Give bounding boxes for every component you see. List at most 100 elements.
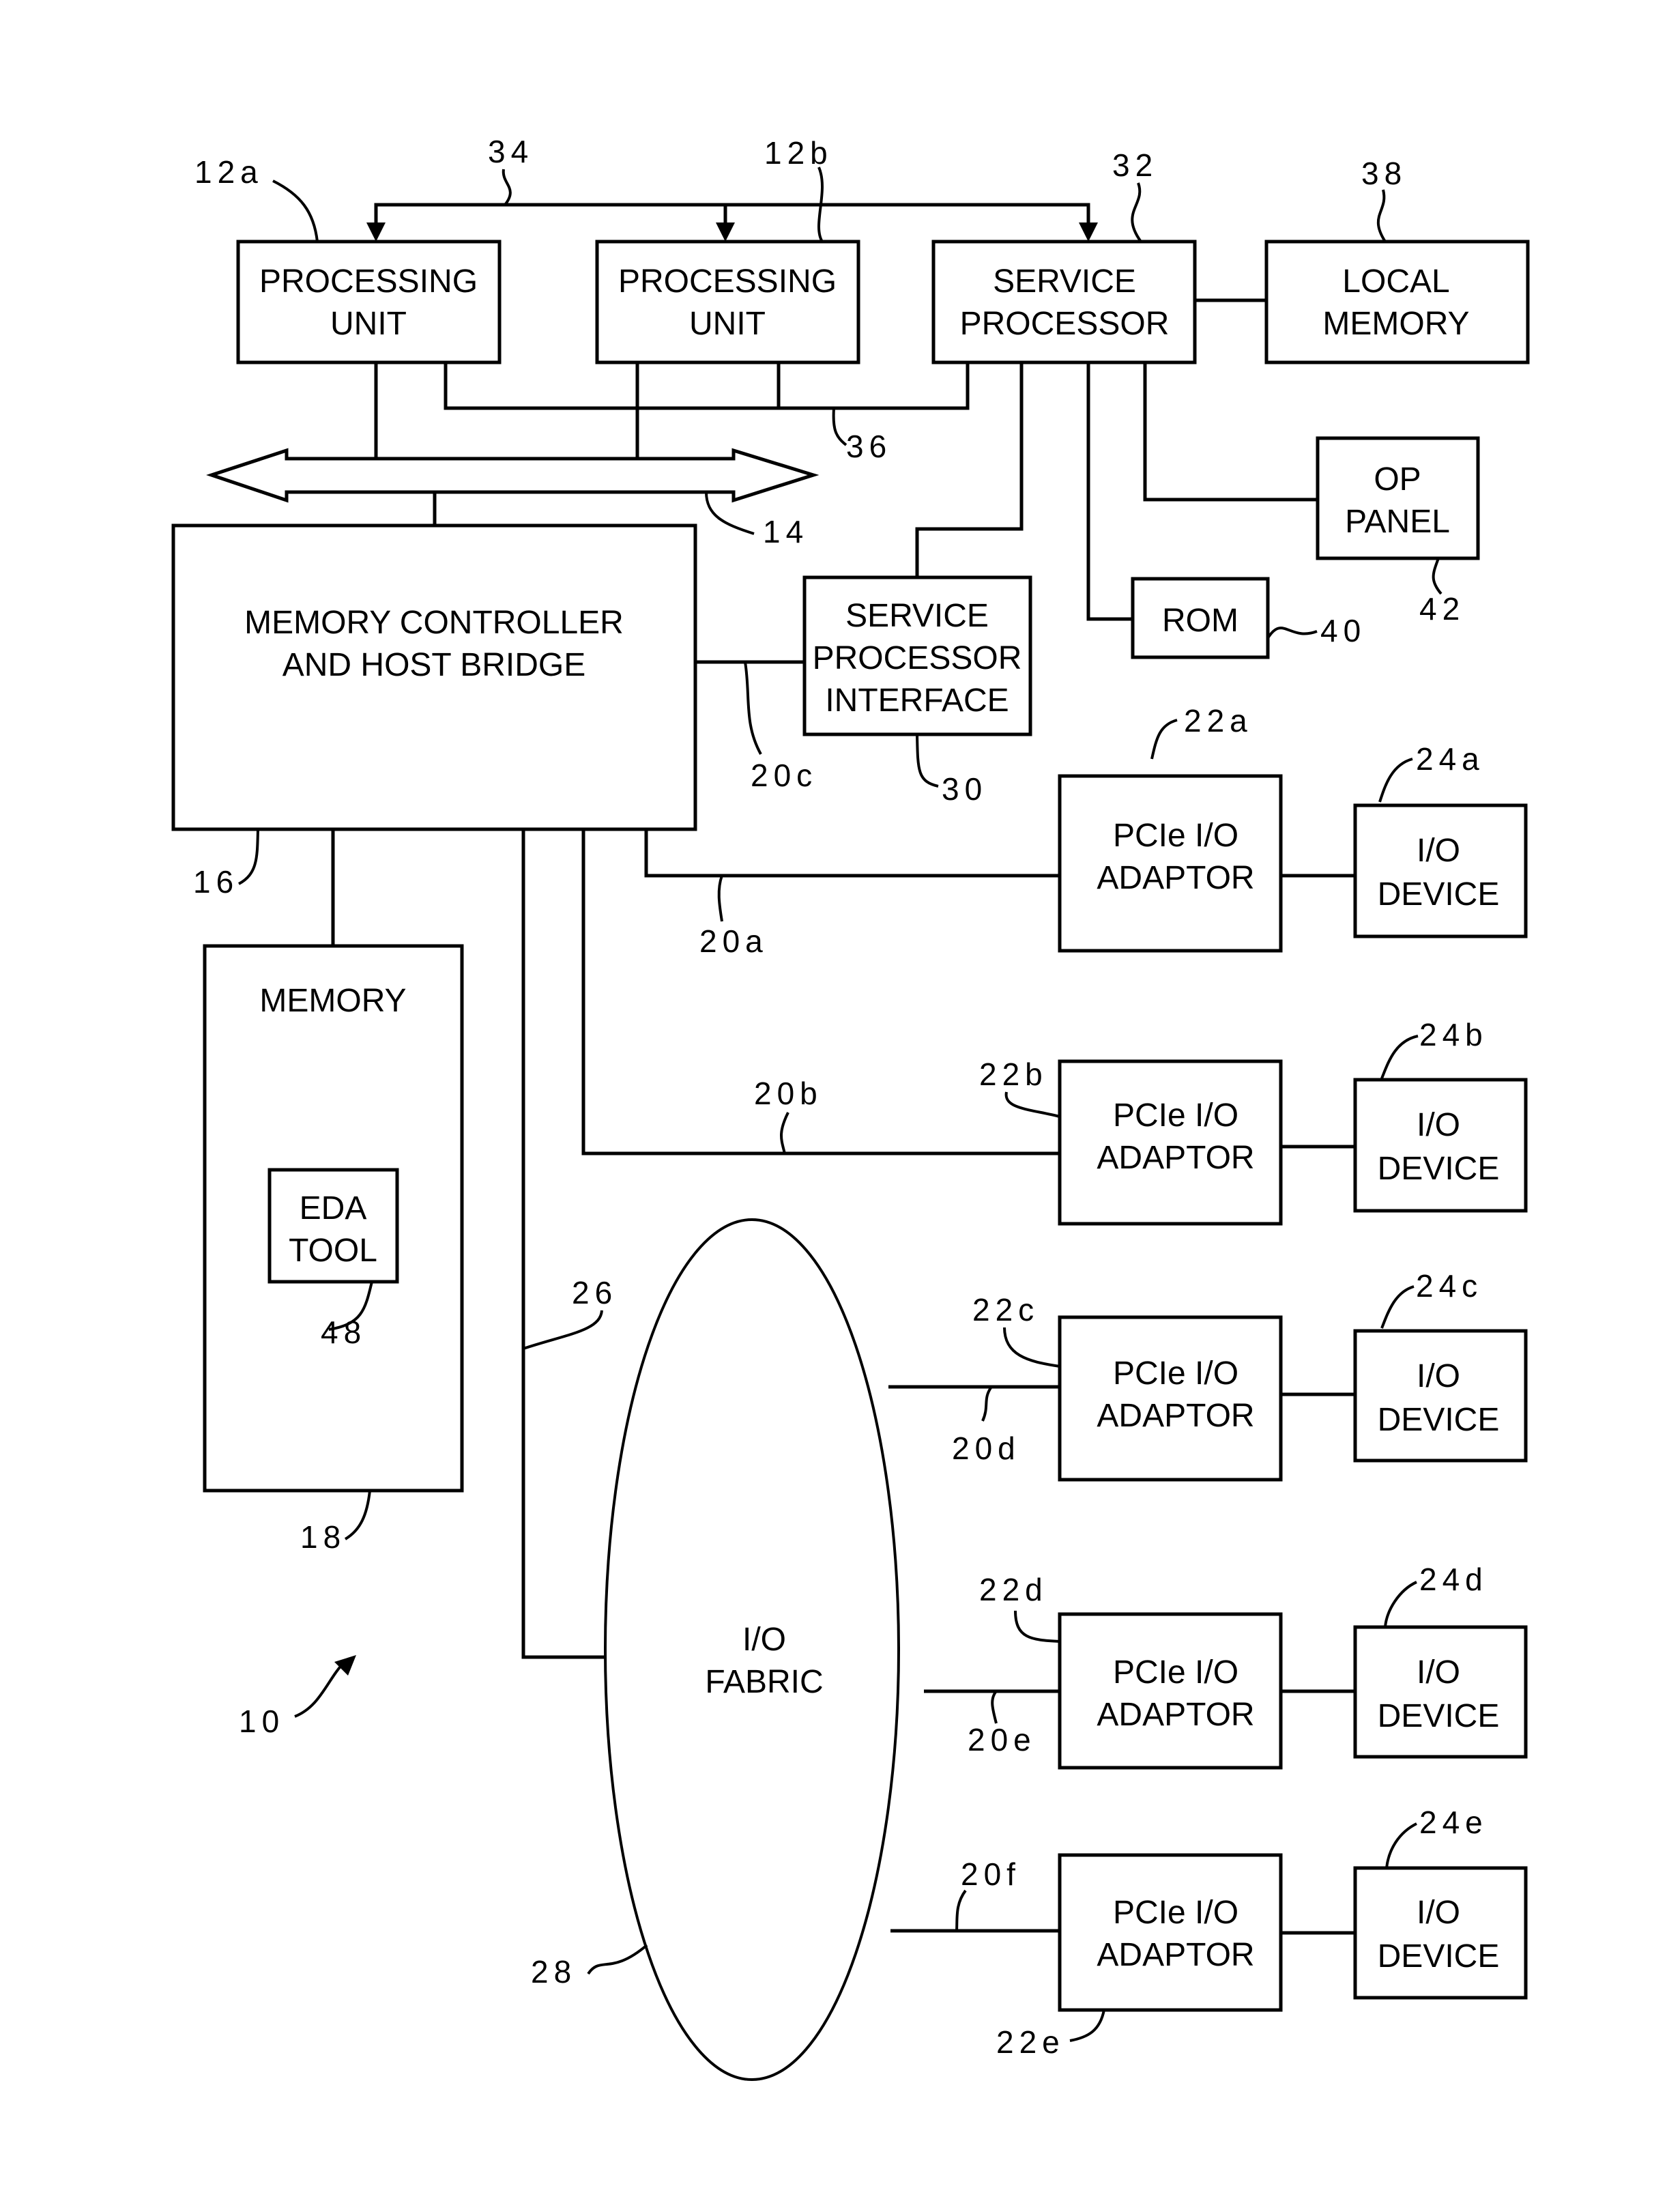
processing-unit-12b[interactable]: PROCESSING UNIT <box>595 240 860 364</box>
leader-line <box>1014 1610 1060 1643</box>
leader-line <box>1376 189 1387 243</box>
processing-unit-label: PROCESSING <box>618 263 837 300</box>
processing-unit-12a[interactable]: PROCESSING UNIT <box>236 240 502 364</box>
leader-line <box>1384 1581 1417 1628</box>
ref-20e: 20e <box>968 1722 1037 1757</box>
eda-tool-48[interactable]: EDA TOOL <box>267 1168 399 1284</box>
eda-tool-label: TOOL <box>289 1233 377 1269</box>
leader-line <box>981 1385 993 1422</box>
system-block-diagram: PROCESSING UNIT PROCESSING UNIT SERVICE … <box>171 134 1530 2081</box>
sp-to-rom-link <box>1086 362 1133 621</box>
leader-line <box>523 1310 603 1350</box>
ref-24c: 24c <box>1416 1268 1483 1304</box>
ref-26: 26 <box>572 1275 618 1310</box>
io-device-24d[interactable]: I/O DEVICE <box>1353 1625 1528 1759</box>
ref-24d: 24d <box>1419 1562 1488 1597</box>
memory-controller-16[interactable]: MEMORY CONTROLLER AND HOST BRIDGE <box>171 523 697 831</box>
leader-line <box>1432 558 1443 595</box>
adaptor-22b[interactable]: PCIe I/O ADAPTOR <box>1058 1059 1283 1226</box>
adaptor-label: PCIe I/O <box>1113 1355 1238 1392</box>
leader-line <box>955 1889 967 1931</box>
ref-20b: 20b <box>754 1076 823 1111</box>
io-fabric-28[interactable]: I/O FABRIC <box>604 1218 900 2081</box>
arrow-down-icon <box>366 222 386 242</box>
sp-interface-label: PROCESSOR <box>813 640 1022 676</box>
leader-line <box>780 1112 789 1154</box>
ref-22a: 22a <box>1184 703 1253 738</box>
arrow-down-icon <box>716 222 735 242</box>
io-device-label: DEVICE <box>1378 1402 1500 1438</box>
ref-22b: 22b <box>979 1057 1048 1092</box>
leader-line <box>587 1944 648 1975</box>
ref-24a: 24a <box>1416 741 1485 777</box>
leader-line <box>1004 1091 1060 1118</box>
adaptor-22a[interactable]: PCIe I/O ADAPTOR <box>1058 774 1283 953</box>
io-device-label: DEVICE <box>1378 1938 1500 1974</box>
leader-line <box>344 1490 371 1540</box>
io-device-label: I/O <box>1417 1895 1460 1931</box>
local-memory-label: MEMORY <box>1322 306 1469 342</box>
adaptor-22e[interactable]: PCIe I/O ADAPTOR <box>1058 1853 1283 2012</box>
leader-line <box>1003 1327 1060 1368</box>
leader-line <box>1385 1822 1417 1869</box>
ref-16: 16 <box>193 864 239 900</box>
ref-18: 18 <box>300 1519 346 1555</box>
ref-20a: 20a <box>699 923 768 959</box>
adaptor-label: ADAPTOR <box>1097 1398 1254 1434</box>
ref-34: 34 <box>488 134 534 169</box>
service-processor-label: SERVICE <box>993 263 1136 300</box>
adaptor-label: PCIe I/O <box>1113 1895 1238 1931</box>
leader-line <box>832 407 847 446</box>
ref-12a: 12a <box>194 154 263 190</box>
leader-line <box>1150 719 1178 760</box>
adaptor-22d[interactable]: PCIe I/O ADAPTOR <box>1058 1612 1283 1770</box>
leader-line <box>1380 1285 1415 1329</box>
ref-24e: 24e <box>1419 1805 1488 1840</box>
adaptor-label: ADAPTOR <box>1097 1140 1254 1176</box>
processing-unit-label: UNIT <box>330 306 407 342</box>
arrow-down-icon <box>1079 222 1098 242</box>
eda-tool-label: EDA <box>300 1190 367 1226</box>
memory-controller-label: AND HOST BRIDGE <box>282 647 586 683</box>
adaptor-label: ADAPTOR <box>1097 860 1254 896</box>
ref-10: 10 <box>239 1704 285 1739</box>
io-device-24c[interactable]: I/O DEVICE <box>1353 1329 1528 1463</box>
system-bus-14 <box>206 362 820 526</box>
io-device-24a[interactable]: I/O DEVICE <box>1353 803 1528 938</box>
leader-line <box>502 169 512 206</box>
io-device-24e[interactable]: I/O DEVICE <box>1353 1866 1528 2000</box>
leader-line <box>705 491 755 535</box>
op-panel-label: OP <box>1374 461 1421 498</box>
link-20a <box>644 829 1060 878</box>
ref-20c: 20c <box>751 758 817 793</box>
processing-unit-label: PROCESSING <box>259 263 478 300</box>
local-memory-38[interactable]: LOCAL MEMORY <box>1264 240 1530 364</box>
leader-line <box>1069 2009 1105 2042</box>
arrow-icon <box>334 1655 356 1676</box>
sp-interface-label: SERVICE <box>845 598 989 634</box>
op-panel-42[interactable]: OP PANEL <box>1316 436 1480 560</box>
service-processor-32[interactable]: SERVICE PROCESSOR <box>931 240 1197 364</box>
leader-line <box>272 179 319 242</box>
leader-line <box>916 734 939 788</box>
leader-line <box>744 661 762 755</box>
ref-48: 48 <box>321 1315 366 1350</box>
ref-22d: 22d <box>979 1572 1048 1607</box>
ref-32: 32 <box>1112 147 1158 183</box>
service-processor-interface-30[interactable]: SERVICE PROCESSOR INTERFACE <box>802 575 1032 736</box>
leader-line <box>1131 182 1142 243</box>
ref-28: 28 <box>531 1954 577 1990</box>
ref-40: 40 <box>1320 613 1366 648</box>
ref-20f: 20f <box>961 1856 1021 1892</box>
ref-30: 30 <box>942 771 987 807</box>
service-processor-label: PROCESSOR <box>960 306 1170 342</box>
memory-controller-label: MEMORY CONTROLLER <box>244 605 624 641</box>
io-device-24b[interactable]: I/O DEVICE <box>1353 1078 1528 1213</box>
adaptor-22c[interactable]: PCIe I/O ADAPTOR <box>1058 1315 1283 1482</box>
leader-line <box>294 1661 346 1718</box>
rom-40[interactable]: ROM <box>1131 577 1270 659</box>
io-device-label: DEVICE <box>1378 876 1500 913</box>
io-device-label: I/O <box>1417 833 1460 869</box>
ref-38: 38 <box>1361 156 1407 191</box>
io-device-label: DEVICE <box>1378 1151 1500 1187</box>
